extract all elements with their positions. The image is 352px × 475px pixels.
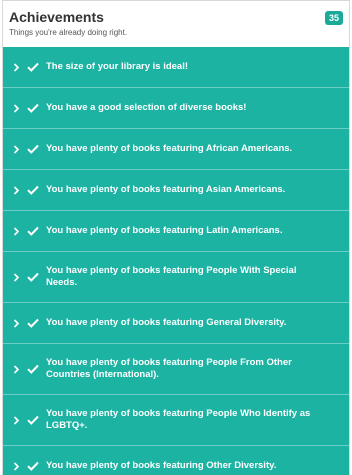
achievement-item[interactable]: The size of your library is ideal! [3, 47, 349, 88]
achievement-item[interactable]: You have plenty of books featuring Peopl… [3, 344, 349, 395]
chevron-right-icon[interactable] [3, 185, 25, 195]
achievements-panel: Achievements Things you're already doing… [2, 0, 350, 475]
achievement-item[interactable]: You have plenty of books featuring Other… [3, 446, 349, 475]
check-icon [25, 272, 41, 282]
check-icon [25, 144, 41, 154]
achievement-label: You have plenty of books featuring Peopl… [46, 265, 297, 288]
check-icon [25, 415, 41, 425]
chevron-right-icon[interactable] [3, 461, 25, 471]
achievement-item[interactable]: You have plenty of books featuring Gener… [3, 303, 349, 344]
achievement-label: The size of your library is ideal! [46, 61, 189, 72]
panel-title: Achievements [9, 9, 104, 25]
achievement-label: You have plenty of books featuring Latin… [46, 225, 283, 236]
check-icon [25, 318, 41, 328]
achievement-item[interactable]: You have a good selection of diverse boo… [3, 88, 349, 129]
achievement-item[interactable]: You have plenty of books featuring Peopl… [3, 395, 349, 446]
panel-header: Achievements Things you're already doing… [3, 1, 349, 47]
achievement-label: You have plenty of books featuring Peopl… [46, 408, 311, 431]
check-icon [25, 103, 41, 113]
chevron-right-icon[interactable] [3, 272, 25, 282]
chevron-right-icon[interactable] [3, 364, 25, 374]
check-icon [25, 185, 41, 195]
check-icon [25, 226, 41, 236]
achievement-label: You have plenty of books featuring Other… [46, 460, 277, 471]
chevron-right-icon[interactable] [3, 415, 25, 425]
check-icon [25, 62, 41, 72]
chevron-right-icon[interactable] [3, 144, 25, 154]
achievement-list: The size of your library is ideal! You h… [3, 47, 349, 475]
achievement-label: You have plenty of books featuring Asian… [46, 184, 286, 195]
chevron-right-icon[interactable] [3, 62, 25, 72]
achievement-item[interactable]: You have plenty of books featuring Latin… [3, 211, 349, 252]
achievement-count-badge: 35 [325, 11, 343, 25]
achievement-item[interactable]: You have plenty of books featuring Asian… [3, 170, 349, 211]
achievement-item[interactable]: You have plenty of books featuring Afric… [3, 129, 349, 170]
check-icon [25, 364, 41, 374]
achievement-label: You have plenty of books featuring Afric… [46, 143, 293, 154]
achievement-label: You have a good selection of diverse boo… [46, 102, 247, 113]
chevron-right-icon[interactable] [3, 226, 25, 236]
achievement-label: You have plenty of books featuring Gener… [46, 317, 287, 328]
achievement-item[interactable]: You have plenty of books featuring Peopl… [3, 252, 349, 303]
chevron-right-icon[interactable] [3, 103, 25, 113]
check-icon [25, 461, 41, 471]
chevron-right-icon[interactable] [3, 318, 25, 328]
panel-subtitle: Things you're already doing right. [9, 28, 128, 37]
achievement-label: You have plenty of books featuring Peopl… [46, 357, 292, 380]
